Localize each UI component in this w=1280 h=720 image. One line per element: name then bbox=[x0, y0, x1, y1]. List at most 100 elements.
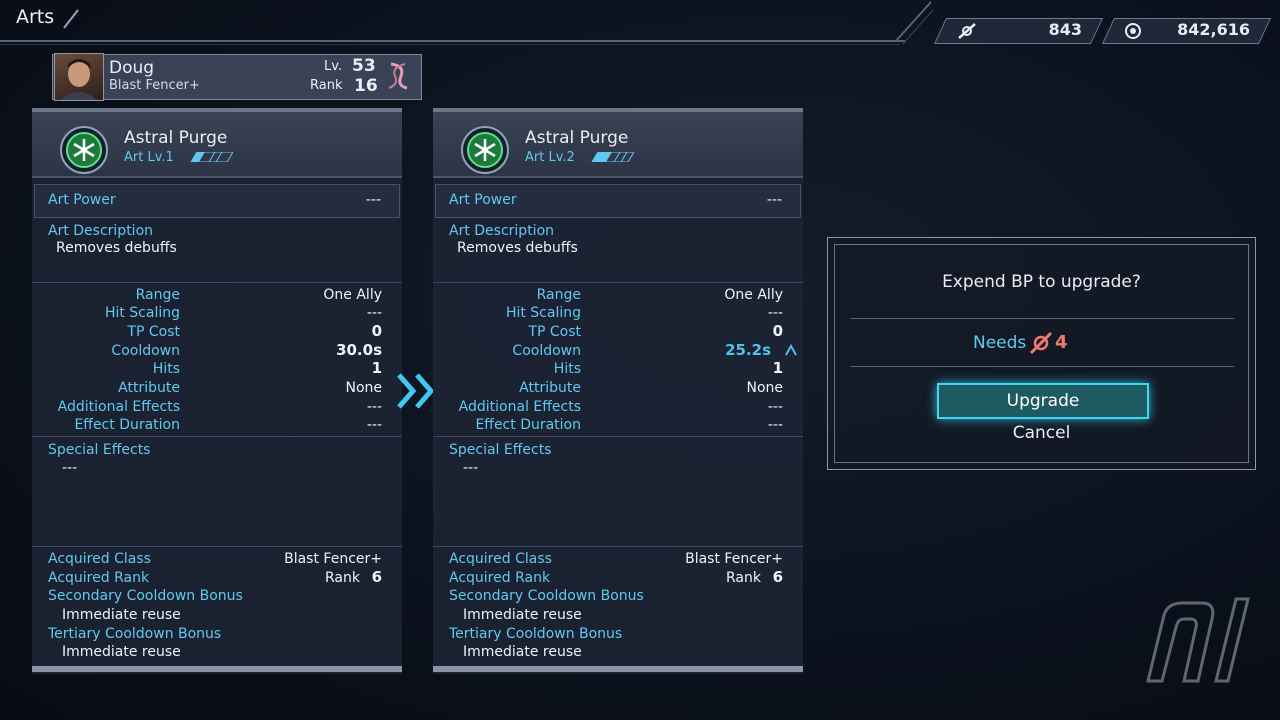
credits-counter: 842,616 bbox=[1101, 18, 1272, 44]
stat-attribute-label: Attribute bbox=[519, 380, 581, 396]
stat-effect-duration-label: Effect Duration bbox=[475, 417, 581, 433]
acquired-rank-prefix: Rank bbox=[726, 570, 761, 586]
bp-icon bbox=[1029, 331, 1053, 355]
stat-attribute-value: None bbox=[345, 380, 382, 396]
rank-label: Rank bbox=[310, 78, 343, 93]
stat-attribute-label: Attribute bbox=[118, 380, 180, 396]
acquired-rank-value: 6 bbox=[772, 568, 783, 586]
stat-hits-value: 1 bbox=[371, 359, 382, 377]
special-effects-label: Special Effects bbox=[48, 442, 151, 458]
art-name: Astral Purge bbox=[525, 128, 629, 148]
level-label: Lv. bbox=[324, 59, 343, 74]
acquired-class-value: Blast Fencer+ bbox=[685, 551, 783, 567]
bp-icon bbox=[958, 23, 976, 39]
art-panel-current: Astral Purge Art Lv.1 Art Power --- Art … bbox=[32, 108, 402, 674]
stat-attribute-value: None bbox=[746, 380, 783, 396]
credits-value: 842,616 bbox=[1177, 20, 1250, 39]
stat-additional-effects-label: Additional Effects bbox=[458, 399, 581, 415]
stat-additional-effects-value: --- bbox=[366, 399, 382, 415]
secondary-cooldown-value: Immediate reuse bbox=[463, 607, 582, 623]
stat-additional-effects-label: Additional Effects bbox=[57, 399, 180, 415]
stat-tp-cost-label: TP Cost bbox=[528, 324, 581, 340]
stat-hits-label: Hits bbox=[553, 361, 581, 377]
needs-label: Needs bbox=[973, 333, 1027, 353]
secondary-cooldown-value: Immediate reuse bbox=[62, 607, 181, 623]
up-arrow-icon bbox=[785, 343, 797, 356]
level-value: 53 bbox=[352, 56, 376, 76]
art-description-label: Art Description bbox=[449, 223, 555, 239]
stat-hit-scaling-value: --- bbox=[366, 305, 382, 321]
art-icon bbox=[60, 126, 108, 174]
secondary-cooldown-label: Secondary Cooldown Bonus bbox=[449, 588, 644, 604]
acquired-class-label: Acquired Class bbox=[449, 551, 552, 567]
needs-value: 4 bbox=[1055, 332, 1068, 353]
stat-range-value: One Ally bbox=[724, 287, 783, 303]
special-effects-value: --- bbox=[463, 460, 479, 476]
acquired-rank-label: Acquired Rank bbox=[48, 570, 150, 586]
art-description-label: Art Description bbox=[48, 223, 154, 239]
special-effects-value: --- bbox=[62, 460, 78, 476]
art-level-gauge bbox=[591, 152, 634, 162]
character-class: Blast Fencer+ bbox=[109, 78, 200, 93]
art-icon bbox=[461, 126, 509, 174]
dialog-question: Expend BP to upgrade? bbox=[942, 272, 1141, 292]
avatar bbox=[54, 53, 104, 101]
stat-tp-cost-value: 0 bbox=[772, 322, 783, 340]
stat-cooldown-value: 30.0s bbox=[336, 341, 382, 359]
header-diagonal-decoration bbox=[894, 1, 933, 45]
stat-hits-label: Hits bbox=[152, 361, 180, 377]
acquired-rank-label: Acquired Rank bbox=[449, 570, 551, 586]
character-name: Doug bbox=[109, 58, 155, 78]
stat-effect-duration-value: --- bbox=[366, 417, 382, 433]
tertiary-cooldown-label: Tertiary Cooldown Bonus bbox=[449, 626, 623, 642]
bp-value: 843 bbox=[1048, 20, 1082, 39]
art-power-row: Art Power --- bbox=[435, 184, 801, 218]
acquired-rank-value: 6 bbox=[371, 568, 382, 586]
header-divider bbox=[0, 40, 905, 42]
title-slash-decoration bbox=[63, 9, 79, 29]
stat-cooldown-label: Cooldown bbox=[111, 343, 180, 359]
stat-tp-cost-label: TP Cost bbox=[127, 324, 180, 340]
secondary-cooldown-label: Secondary Cooldown Bonus bbox=[48, 588, 243, 604]
art-description-value: Removes debuffs bbox=[457, 240, 578, 256]
bp-counter: 843 bbox=[933, 18, 1104, 44]
art-power-label: Art Power bbox=[48, 192, 116, 208]
stat-range-label: Range bbox=[536, 287, 581, 303]
art-name: Astral Purge bbox=[124, 128, 228, 148]
art-power-value: --- bbox=[365, 192, 381, 208]
art-power-label: Art Power bbox=[449, 192, 517, 208]
stat-tp-cost-value: 0 bbox=[371, 322, 382, 340]
upgrade-dialog: Expend BP to upgrade? Needs 4 Upgrade Ca… bbox=[827, 237, 1256, 470]
acquired-rank-prefix: Rank bbox=[325, 570, 360, 586]
stat-effect-duration-label: Effect Duration bbox=[74, 417, 180, 433]
credits-icon bbox=[1125, 23, 1141, 39]
header-divider-thin bbox=[0, 44, 900, 45]
class-emblem-icon bbox=[388, 62, 408, 90]
cancel-button[interactable]: Cancel bbox=[828, 423, 1255, 443]
rank-value: 16 bbox=[354, 76, 378, 96]
tertiary-cooldown-value: Immediate reuse bbox=[62, 644, 181, 660]
upgrade-button[interactable]: Upgrade bbox=[937, 383, 1149, 419]
stat-cooldown-label: Cooldown bbox=[512, 343, 581, 359]
stat-hit-scaling-label: Hit Scaling bbox=[505, 305, 581, 321]
stat-hit-scaling-label: Hit Scaling bbox=[104, 305, 180, 321]
stat-hits-value: 1 bbox=[772, 359, 783, 377]
special-effects-label: Special Effects bbox=[449, 442, 552, 458]
tertiary-cooldown-label: Tertiary Cooldown Bonus bbox=[48, 626, 222, 642]
acquired-class-label: Acquired Class bbox=[48, 551, 151, 567]
art-level: Art Lv.1 bbox=[124, 150, 174, 165]
art-description-value: Removes debuffs bbox=[56, 240, 177, 256]
stat-hit-scaling-value: --- bbox=[767, 305, 783, 321]
stat-range-label: Range bbox=[135, 287, 180, 303]
stat-additional-effects-value: --- bbox=[767, 399, 783, 415]
art-level: Art Lv.2 bbox=[525, 150, 575, 165]
art-power-row: Art Power --- bbox=[34, 184, 400, 218]
watermark-logo bbox=[1146, 597, 1250, 683]
stat-cooldown-value: 25.2s bbox=[725, 341, 771, 359]
stat-effect-duration-value: --- bbox=[767, 417, 783, 433]
tertiary-cooldown-value: Immediate reuse bbox=[463, 644, 582, 660]
page-title: Arts bbox=[16, 6, 55, 28]
acquired-class-value: Blast Fencer+ bbox=[284, 551, 382, 567]
stat-range-value: One Ally bbox=[323, 287, 382, 303]
art-level-gauge bbox=[190, 152, 233, 162]
